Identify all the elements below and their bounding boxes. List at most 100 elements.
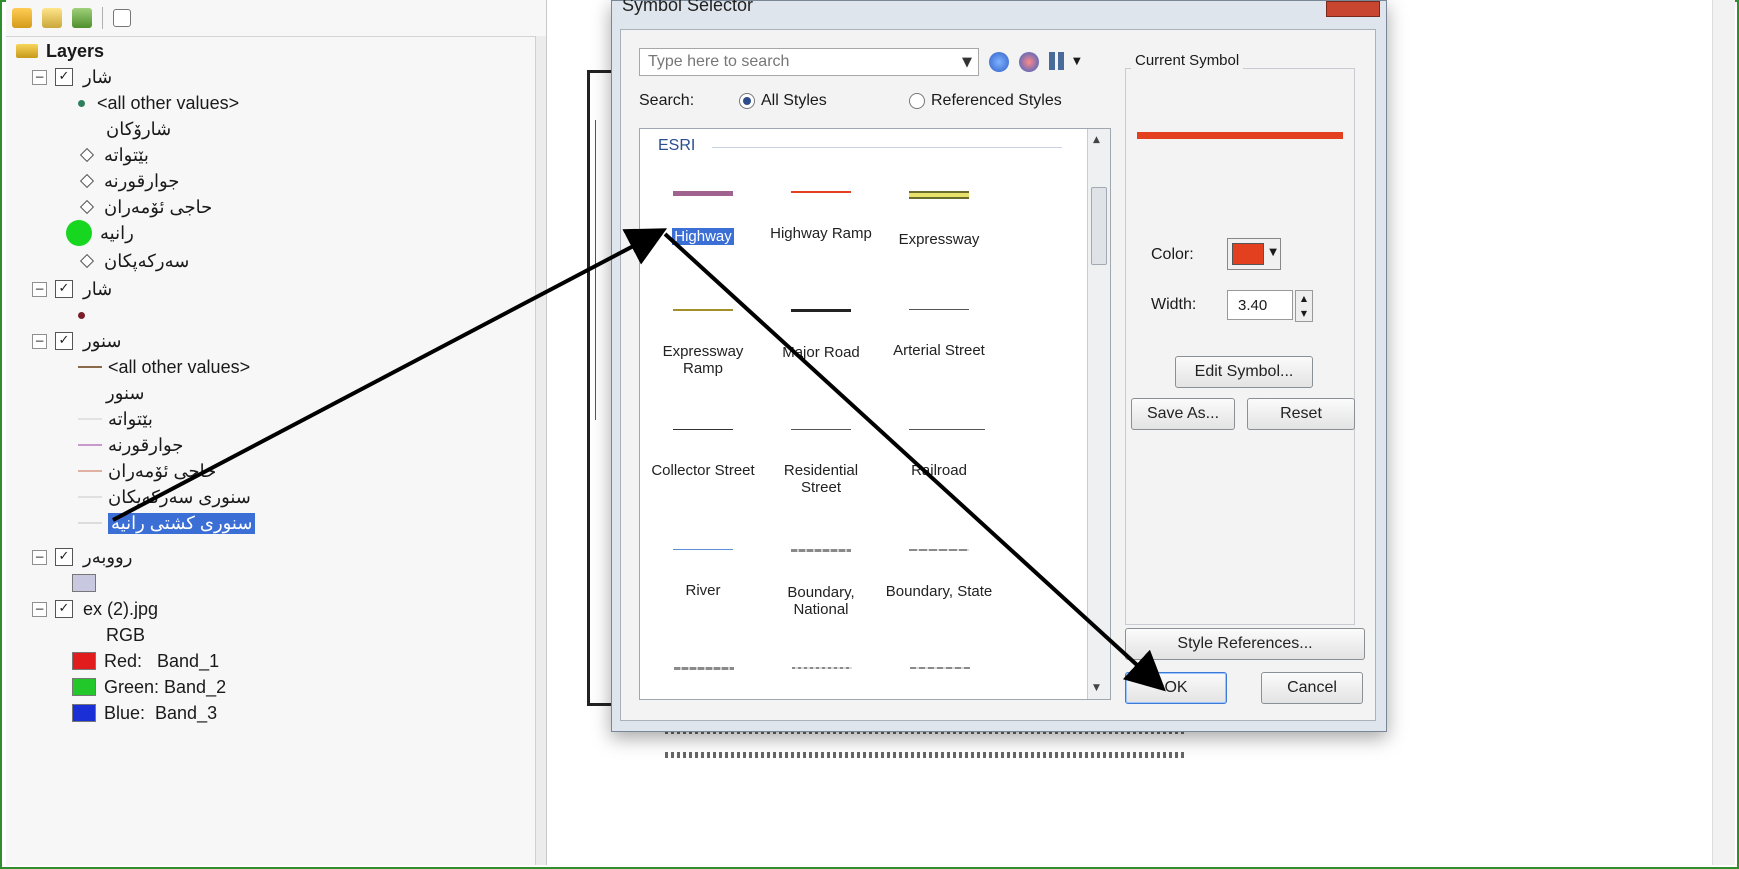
spin-down-icon[interactable]: ▼ [1296, 306, 1312, 321]
layer-row-shar-2[interactable]: − ✓ شار [32, 276, 112, 302]
layers-root[interactable]: Layers [16, 38, 104, 64]
collapse-icon[interactable]: − [32, 549, 47, 565]
symbol-river[interactable]: River [644, 549, 762, 599]
legend-item[interactable]: بێتواتە [78, 406, 153, 432]
save-as-button[interactable]: Save As... [1131, 398, 1235, 430]
symbol-expressway-ramp[interactable]: Expressway Ramp [644, 309, 762, 377]
line-symbol-icon[interactable] [78, 444, 102, 446]
legend-item[interactable]: جوارقورنە [78, 432, 183, 458]
layer-visibility-checkbox[interactable]: ✓ [55, 332, 73, 350]
symbol-gallery[interactable]: ESRI Highway Highway Ramp Expressway Exp… [639, 128, 1111, 700]
legend-item[interactable]: Red: Band_1 [72, 648, 219, 674]
all-styles-option[interactable]: All Styles [739, 92, 827, 110]
point-symbol-icon[interactable] [78, 99, 85, 107]
legend-item[interactable]: رانیە [66, 220, 134, 246]
legend-item[interactable]: سنور [106, 380, 145, 406]
layer-row-snur[interactable]: − ✓ سنور [32, 328, 122, 354]
legend-item[interactable] [72, 570, 104, 596]
width-spinner[interactable]: ▲ ▼ [1295, 290, 1313, 322]
legend-item[interactable]: حاجى ئۆمەران [78, 194, 212, 220]
color-picker-button[interactable]: ▼ [1227, 238, 1281, 270]
legend-item[interactable] [78, 302, 97, 328]
legend-item[interactable]: جوارقورنە [78, 168, 179, 194]
symbol-boundary-national[interactable]: Boundary, National [762, 549, 880, 618]
symbol-expressway[interactable]: Expressway [880, 191, 998, 248]
list-by-visibility-icon[interactable] [72, 8, 92, 28]
legend-item[interactable]: بێتواتە [78, 142, 149, 168]
red-band-swatch[interactable] [72, 652, 96, 670]
symbol-collector-street[interactable]: Collector Street [644, 429, 762, 479]
layer-row-rubar[interactable]: − ✓ رووبەر [32, 544, 132, 570]
point-symbol-icon[interactable] [78, 311, 85, 319]
collapse-icon[interactable]: − [32, 281, 47, 297]
view-options-icon[interactable] [1049, 52, 1067, 70]
list-by-source-icon[interactable] [42, 8, 62, 28]
referenced-styles-option[interactable]: Referenced Styles [909, 92, 1062, 110]
scroll-down-icon[interactable]: ▼ [1093, 683, 1100, 693]
layer-visibility-checkbox[interactable]: ✓ [55, 548, 73, 566]
legend-item-selected[interactable]: سنوری کشتی رانیە [78, 510, 256, 536]
collapse-icon[interactable]: − [32, 69, 47, 85]
edit-symbol-button[interactable]: Edit Symbol... [1175, 356, 1313, 388]
view-dropdown-icon[interactable]: ▼ [1073, 56, 1081, 67]
symbol-arterial-street[interactable]: Arterial Street [880, 309, 998, 359]
search-input[interactable]: Type here to search ▼ [639, 48, 979, 76]
width-input[interactable]: 3.40 [1227, 290, 1293, 320]
layer-row-shar[interactable]: − ✓ شار [32, 64, 112, 90]
line-symbol-icon[interactable] [78, 366, 102, 368]
symbol-major-road[interactable]: Major Road [762, 309, 880, 361]
close-button[interactable] [1326, 1, 1380, 17]
layer-visibility-checkbox[interactable]: ✓ [55, 600, 73, 618]
diamond-symbol-icon[interactable] [79, 173, 95, 189]
symbol-highway-ramp[interactable]: Highway Ramp [762, 191, 880, 242]
layer-name[interactable]: شار [83, 279, 112, 300]
dropdown-arrow-icon[interactable]: ▼ [962, 55, 972, 70]
layer-name[interactable]: شار [83, 67, 112, 88]
ok-button[interactable]: OK [1125, 672, 1227, 704]
legend-item[interactable]: سنوری سەرکەپکان [78, 484, 251, 510]
clear-search-icon[interactable] [1019, 52, 1039, 72]
legend-item[interactable]: حاجی ئۆمەران [78, 458, 216, 484]
green-band-swatch[interactable] [72, 678, 96, 696]
toc-scrollbar[interactable] [535, 36, 546, 865]
blue-band-swatch[interactable] [72, 704, 96, 722]
legend-item[interactable]: Blue: Band_3 [72, 700, 217, 726]
scroll-thumb[interactable] [1091, 187, 1107, 265]
layer-visibility-checkbox[interactable]: ✓ [55, 280, 73, 298]
symbol-boundary-state[interactable]: Boundary, State [880, 549, 998, 600]
symbol-highway[interactable]: Highway [644, 191, 762, 245]
collapse-icon[interactable]: − [32, 333, 47, 349]
collapse-icon[interactable]: − [32, 601, 47, 617]
layer-row-raster[interactable]: − ✓ ex (2).jpg [32, 596, 158, 622]
line-symbol-icon[interactable] [78, 418, 102, 420]
legend-item[interactable]: Green: Band_2 [72, 674, 226, 700]
style-references-button[interactable]: Style References... [1125, 628, 1365, 660]
options-icon[interactable] [113, 9, 131, 27]
legend-item[interactable]: شارۆكان [106, 116, 171, 142]
symbol-preview-partial[interactable] [910, 667, 970, 669]
line-symbol-icon[interactable] [78, 522, 102, 524]
reset-button[interactable]: Reset [1247, 398, 1355, 430]
search-icon[interactable] [989, 52, 1009, 72]
scroll-up-icon[interactable]: ▲ [1093, 135, 1100, 145]
green-circle-symbol-icon[interactable] [66, 220, 92, 246]
polygon-symbol-icon[interactable] [72, 574, 96, 592]
referenced-styles-radio[interactable] [909, 93, 925, 109]
layer-name[interactable]: سنور [83, 331, 122, 352]
spin-up-icon[interactable]: ▲ [1296, 291, 1312, 306]
legend-item[interactable]: <all other values> [78, 90, 239, 116]
layer-name[interactable]: رووبەر [83, 547, 132, 568]
all-styles-radio[interactable] [739, 93, 755, 109]
gallery-scrollbar[interactable]: ▲ ▼ [1087, 129, 1110, 699]
layer-name[interactable]: ex (2).jpg [83, 599, 158, 620]
diamond-symbol-icon[interactable] [79, 147, 95, 163]
list-by-drawing-order-icon[interactable] [12, 8, 32, 28]
line-symbol-icon[interactable] [78, 496, 102, 498]
symbol-residential-street[interactable]: Residential Street [762, 429, 880, 496]
layer-visibility-checkbox[interactable]: ✓ [55, 68, 73, 86]
line-symbol-icon[interactable] [78, 470, 102, 472]
diamond-symbol-icon[interactable] [79, 199, 95, 215]
legend-item[interactable]: <all other values> [78, 354, 250, 380]
map-scrollbar[interactable] [1712, 0, 1735, 865]
symbol-preview-partial[interactable] [792, 667, 852, 669]
